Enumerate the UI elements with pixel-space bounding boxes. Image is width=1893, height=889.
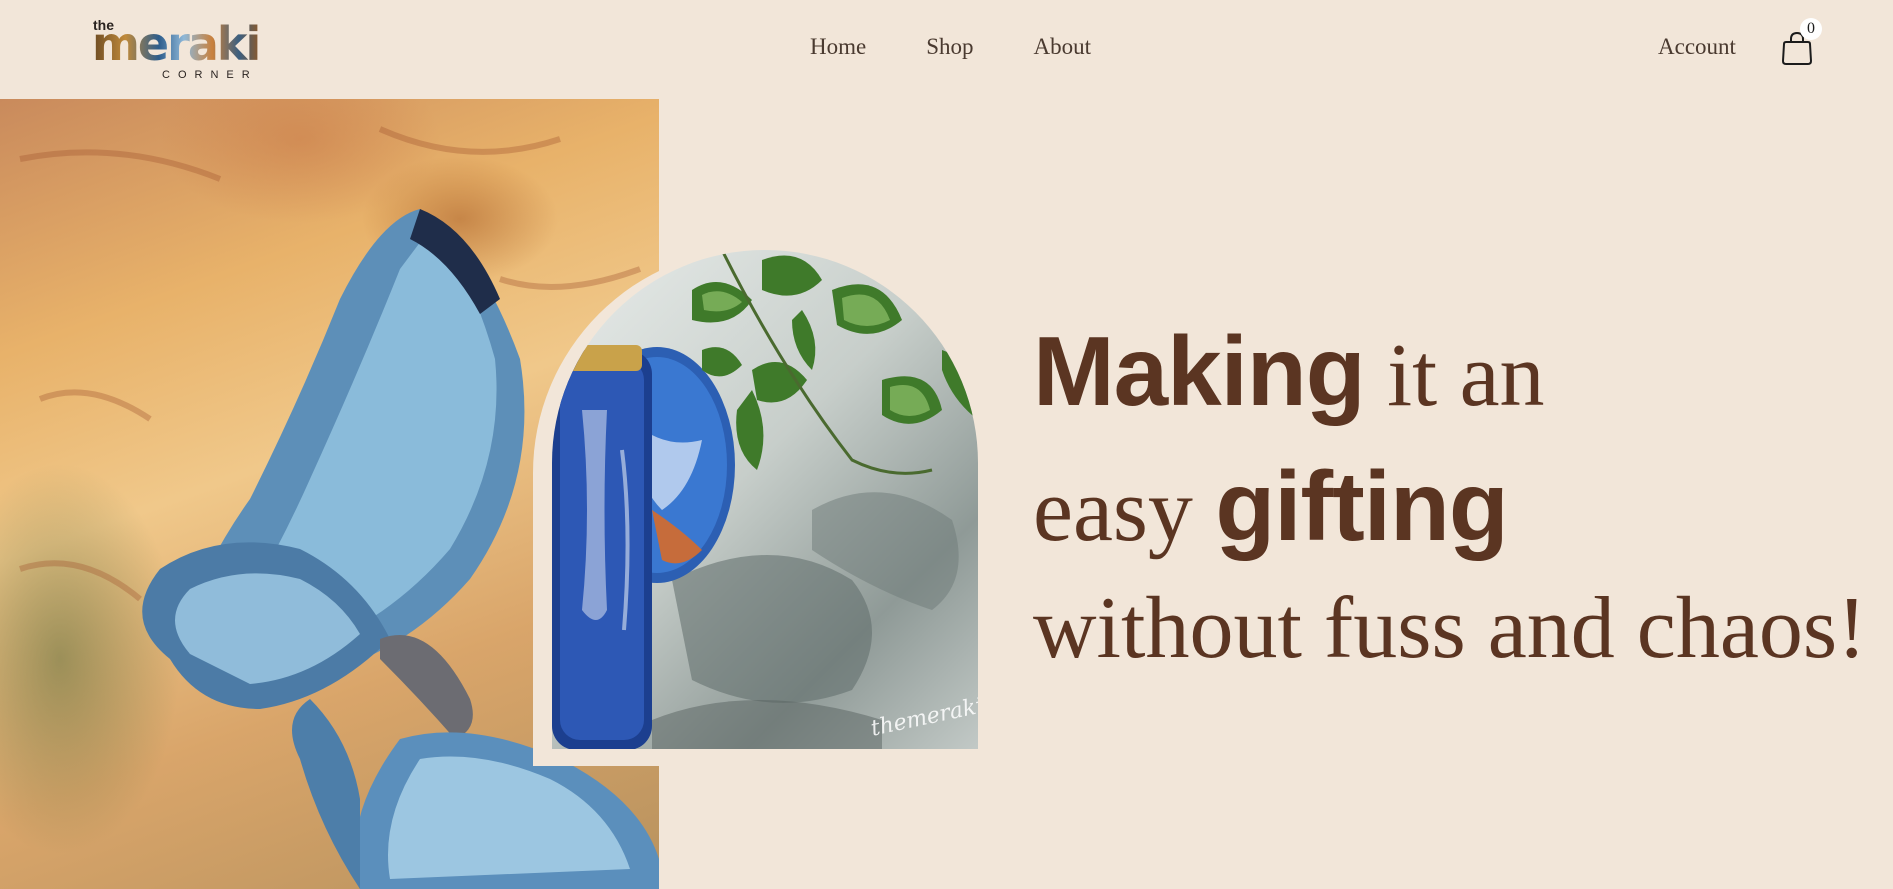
headline-gifting: gifting <box>1215 451 1508 561</box>
logo-subtitle: CORNER <box>162 69 258 81</box>
nav-about-link[interactable]: About <box>1034 34 1092 60</box>
nav-shop-link[interactable]: Shop <box>926 34 973 60</box>
cart-button[interactable]: 0 <box>1780 18 1824 70</box>
brand-logo[interactable]: the meraki CORNER <box>92 14 272 84</box>
headline-line-3: without fuss and chaos! <box>1033 578 1866 679</box>
account-link[interactable]: Account <box>1658 34 1736 60</box>
headline-it-an: it an <box>1364 326 1545 425</box>
main-nav: Home Shop About <box>810 34 1091 60</box>
headline-easy: easy <box>1033 461 1216 560</box>
headline-line-1: Making it an <box>1033 315 1545 428</box>
nav-home-link[interactable]: Home <box>810 34 866 60</box>
headline-making: Making <box>1033 316 1366 426</box>
logo-wordmark: meraki <box>92 17 261 71</box>
cart-count-badge: 0 <box>1800 18 1822 40</box>
headline-line-2: easy gifting <box>1033 450 1509 563</box>
site-header: the meraki CORNER Home Shop About Accoun… <box>0 0 1893 99</box>
headline-without-fuss: without fuss and chaos! <box>1033 580 1867 677</box>
resin-jar-photo-image: themeraki <box>552 250 978 749</box>
